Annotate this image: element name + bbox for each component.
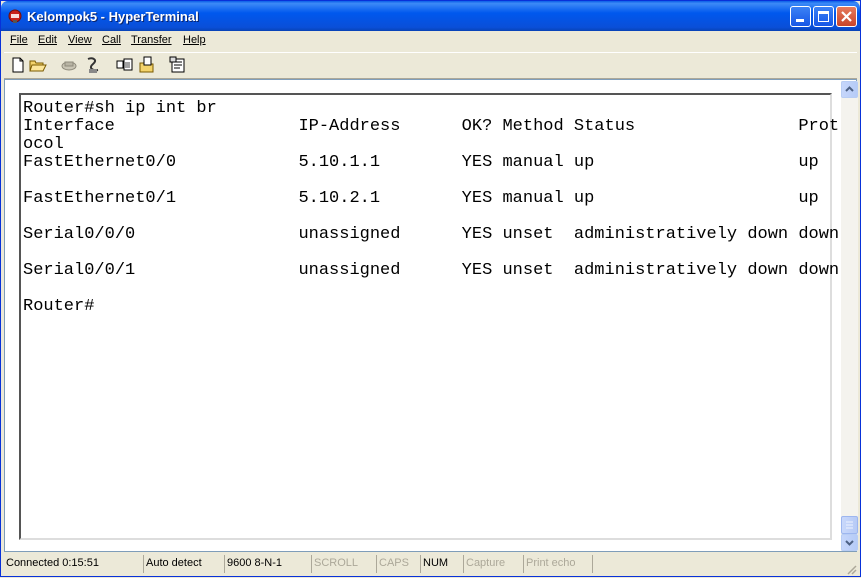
status-connected: Connected 0:15:51 — [6, 557, 99, 569]
toolbar — [4, 52, 857, 79]
hyperterminal-icon[interactable] — [7, 8, 23, 24]
menu-file[interactable]: File — [10, 34, 28, 46]
resize-grip-icon[interactable] — [845, 563, 857, 575]
scroll-down-icon[interactable] — [841, 534, 858, 551]
open-icon[interactable] — [29, 56, 47, 74]
menu-file-label: File — [10, 34, 28, 46]
properties-icon[interactable] — [169, 56, 187, 74]
status-num: NUM — [420, 555, 448, 573]
terminal-line: Serial0/0/0 unassigned YES unset adminis… — [23, 225, 840, 244]
status-print-echo: Print echo — [523, 555, 593, 573]
maximize-icon[interactable] — [813, 6, 834, 27]
menu-edit[interactable]: Edit — [38, 34, 57, 46]
scroll-up-icon[interactable] — [841, 81, 858, 98]
hyperterminal-window: Kelompok5 - HyperTerminal File Edit View… — [0, 0, 861, 577]
menu-transfer[interactable]: Transfer — [131, 34, 172, 46]
terminal-line: FastEthernet0/0 5.10.1.1 YES manual up u… — [23, 153, 819, 172]
menu-view-label: View — [68, 34, 92, 46]
status-detect: Auto detect — [143, 555, 202, 573]
menu-bar: File Edit View Call Transfer Help — [4, 31, 857, 51]
status-scroll: SCROLL — [311, 555, 358, 573]
menu-call[interactable]: Call — [102, 34, 121, 46]
status-capture: Capture — [463, 555, 505, 573]
minimize-icon[interactable] — [790, 6, 811, 27]
terminal-output: Router#sh ip int br Interface IP-Address … — [23, 100, 839, 316]
new-icon[interactable] — [9, 56, 27, 74]
send-icon[interactable] — [116, 56, 134, 74]
terminal-line: Interface IP-Address OK? Method Status P… — [23, 117, 840, 136]
menu-help-label: Help — [183, 34, 206, 46]
menu-call-label: Call — [102, 34, 121, 46]
disconnect-icon[interactable] — [84, 56, 102, 74]
scroll-thumb[interactable] — [841, 516, 858, 534]
status-bar: Connected 0:15:51 Auto detect 9600 8-N-1… — [4, 553, 857, 575]
menu-edit-label: Edit — [38, 34, 57, 46]
receive-icon[interactable] — [138, 56, 156, 74]
terminal-line: Serial0/0/1 unassigned YES unset adminis… — [23, 261, 840, 280]
close-icon[interactable] — [836, 6, 857, 27]
terminal-line: Router#sh ip int br — [23, 99, 217, 118]
menu-transfer-label: Transfer — [131, 34, 172, 46]
call-icon[interactable] — [60, 56, 78, 74]
vertical-scrollbar[interactable] — [841, 81, 858, 551]
title-bar[interactable]: Kelompok5 - HyperTerminal — [1, 1, 860, 31]
terminal-frame: Router#sh ip int br Interface IP-Address … — [4, 79, 858, 552]
terminal-line: Router# — [23, 297, 95, 316]
menu-help[interactable]: Help — [183, 34, 206, 46]
terminal-line: ocol — [23, 135, 64, 154]
status-settings: 9600 8-N-1 — [224, 555, 282, 573]
window-title: Kelompok5 - HyperTerminal — [27, 9, 199, 24]
status-caps: CAPS — [376, 555, 409, 573]
terminal-screen[interactable]: Router#sh ip int br Interface IP-Address … — [19, 93, 839, 540]
terminal-line: FastEthernet0/1 5.10.2.1 YES manual up u… — [23, 189, 819, 208]
menu-view[interactable]: View — [68, 34, 92, 46]
